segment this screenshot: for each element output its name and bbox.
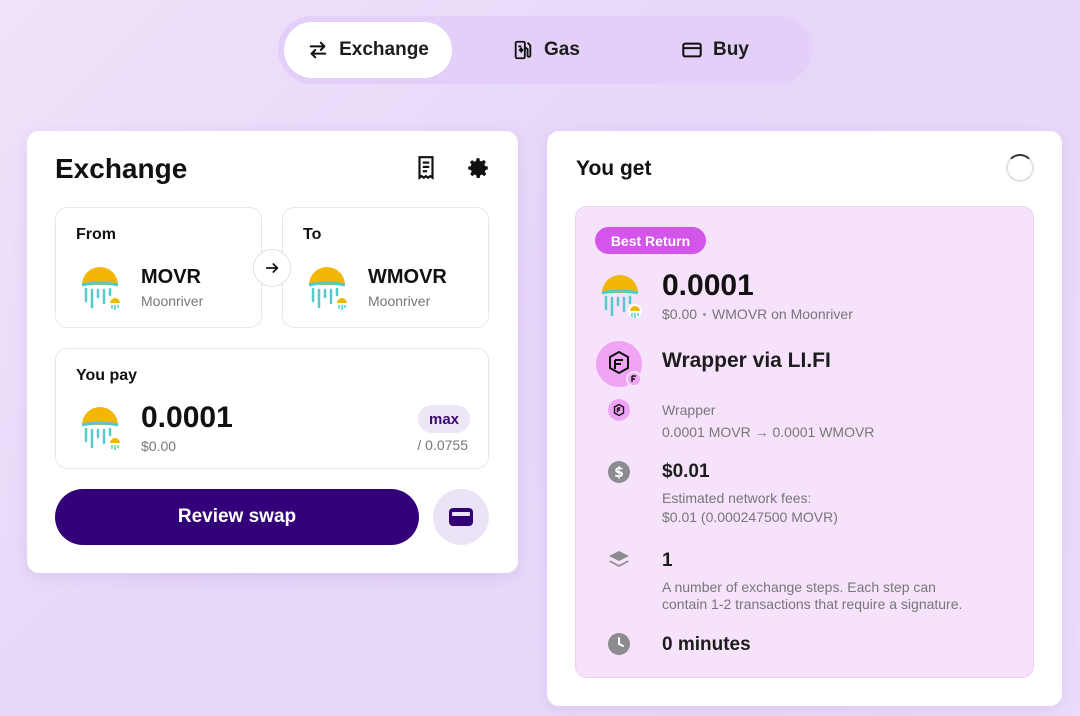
mode-tabs: Exchange Gas Buy xyxy=(278,16,812,84)
you-get-card: You get Best Return 0.0001 $0.00 WMOVR o… xyxy=(547,131,1062,706)
separator-dot xyxy=(703,312,707,316)
movr-coin-icon xyxy=(78,263,122,311)
receive-token-chain: WMOVR on Moonriver xyxy=(712,306,853,322)
max-button[interactable]: max xyxy=(418,405,470,433)
wallet-icon xyxy=(449,508,473,526)
from-symbol: MOVR xyxy=(141,266,201,288)
gear-icon[interactable] xyxy=(465,155,491,181)
step-detail: 0.0001 MOVR → 0.0001 WMOVR xyxy=(662,424,875,440)
fee-value: $0.01 xyxy=(662,461,710,482)
swap-arrows-icon xyxy=(309,41,327,59)
exchange-title: Exchange xyxy=(55,153,188,184)
tab-label: Gas xyxy=(544,39,580,60)
pay-amount-box: You pay 0.0001 $0.00 max / 0.0755 xyxy=(55,348,489,469)
fee-detail: $0.01 (0.000247500 MOVR) xyxy=(662,509,838,525)
receive-details: $0.00 WMOVR on Moonriver xyxy=(662,306,853,322)
refresh-timer-icon[interactable] xyxy=(1006,154,1034,182)
from-label: From xyxy=(76,226,116,243)
lifi-logo-icon xyxy=(596,341,642,387)
wmovr-coin-icon xyxy=(305,263,349,311)
to-label: To xyxy=(303,226,322,243)
wmovr-coin-icon xyxy=(598,271,642,319)
exchange-card: Exchange From MOVR Moonriver To WMOVR Mo… xyxy=(27,131,518,573)
steps-count: 1 xyxy=(662,550,673,571)
route-title: Wrapper via LI.FI xyxy=(662,349,831,372)
svg-text:$: $ xyxy=(614,465,624,481)
receive-usd: $0.00 xyxy=(662,306,698,322)
layers-icon xyxy=(609,551,629,567)
steps-desc-line1: A number of exchange steps. Each step ca… xyxy=(662,579,936,595)
pay-amount-input[interactable]: 0.0001 xyxy=(141,401,233,435)
route-card[interactable]: Best Return 0.0001 $0.00 WMOVR on Moonri… xyxy=(575,206,1034,678)
you-get-title: You get xyxy=(576,157,652,180)
tab-label: Exchange xyxy=(339,39,429,60)
gas-pump-icon xyxy=(514,40,532,60)
swap-direction-button[interactable] xyxy=(253,249,291,287)
wrapper-step-icon xyxy=(608,399,630,421)
receive-amount: 0.0001 xyxy=(662,269,754,302)
clock-icon xyxy=(608,633,630,655)
pay-label: You pay xyxy=(76,367,138,384)
tab-gas[interactable]: Gas xyxy=(452,22,640,78)
from-chain: Moonriver xyxy=(141,293,204,309)
to-token-selector[interactable]: To WMOVR Moonriver xyxy=(282,207,489,328)
estimated-time: 0 minutes xyxy=(662,634,751,655)
token-balance: / 0.0755 xyxy=(417,437,468,453)
credit-card-icon xyxy=(682,42,702,58)
review-swap-button[interactable]: Review swap xyxy=(55,489,419,545)
to-symbol: WMOVR xyxy=(368,266,447,288)
arrow-right-icon xyxy=(265,263,279,273)
tab-buy[interactable]: Buy xyxy=(640,22,790,78)
fee-label: Estimated network fees: xyxy=(662,490,812,506)
wallet-button[interactable] xyxy=(433,489,489,545)
pay-usd-value: $0.00 xyxy=(141,438,177,454)
movr-coin-icon xyxy=(78,403,122,451)
step-name: Wrapper xyxy=(662,402,716,418)
steps-desc-line2: contain 1-2 transactions that require a … xyxy=(662,596,963,612)
receipt-icon[interactable] xyxy=(413,155,439,181)
best-return-badge: Best Return xyxy=(595,227,706,254)
dollar-coin-icon: $ xyxy=(608,461,630,483)
tab-label: Buy xyxy=(713,39,749,60)
to-chain: Moonriver xyxy=(368,293,431,309)
tab-exchange[interactable]: Exchange xyxy=(284,22,452,78)
from-token-selector[interactable]: From MOVR Moonriver xyxy=(55,207,262,328)
